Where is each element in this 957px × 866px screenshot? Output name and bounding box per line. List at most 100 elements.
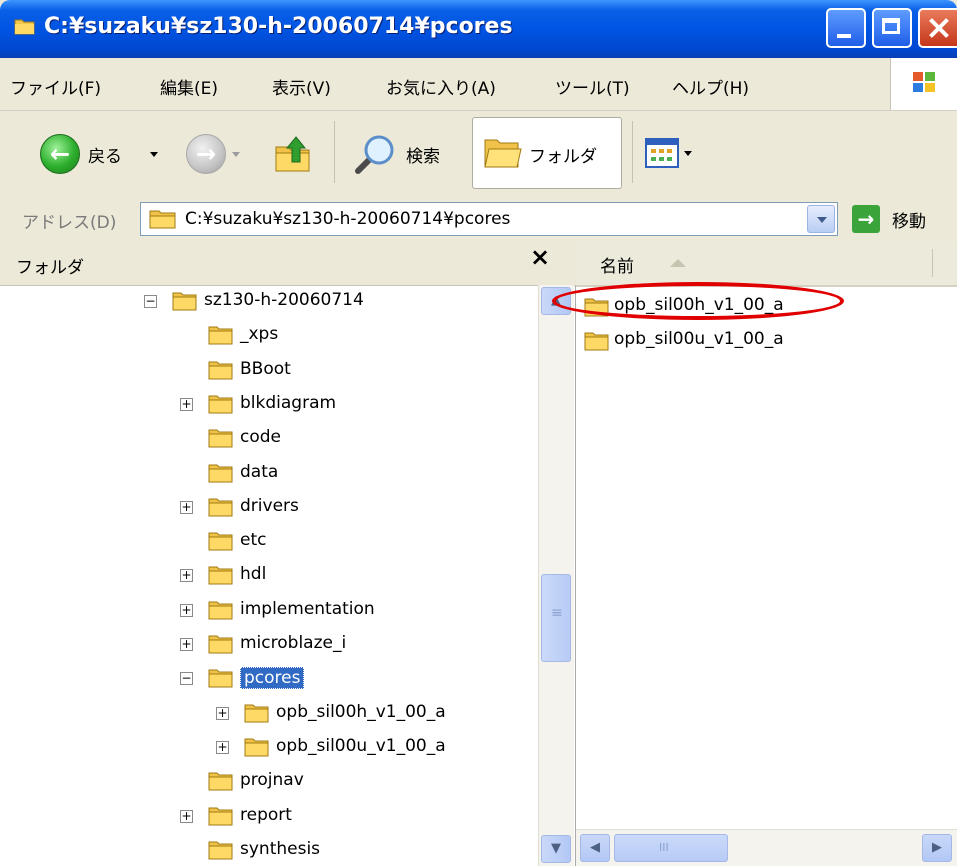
folder-icon	[208, 428, 234, 448]
tree-node-label: hdl	[240, 564, 267, 585]
folder-icon	[149, 210, 176, 229]
back-dropdown-icon[interactable]	[150, 152, 158, 157]
menu-help[interactable]: ヘルプ(H)	[672, 74, 749, 99]
column-divider[interactable]	[932, 249, 933, 277]
forward-dropdown-icon[interactable]	[232, 152, 240, 157]
expand-icon[interactable]: +	[216, 706, 229, 720]
vertical-scrollbar[interactable]: ▲ ≡ ▼	[538, 285, 574, 866]
tree-node[interactable]: + opb_sil00u_v1_00_a	[0, 733, 538, 763]
back-button[interactable]: ←	[40, 134, 80, 174]
folder-icon	[172, 291, 198, 311]
expand-icon[interactable]: +	[180, 638, 193, 651]
expand-icon[interactable]: +	[180, 809, 193, 823]
chevron-down-icon	[817, 217, 827, 223]
folders-pane: フォルダ × − sz130-h-20060714 _xps BBoot + blkdia…	[0, 241, 576, 866]
collapse-icon[interactable]: −	[180, 672, 193, 686]
horizontal-scrollbar[interactable]: ◀ III ▶	[576, 829, 957, 866]
tree-node[interactable]: + blkdiagram	[0, 390, 538, 420]
folder-icon	[208, 634, 234, 654]
tree-node[interactable]: etc	[0, 527, 538, 557]
search-icon[interactable]	[352, 131, 398, 177]
expand-icon[interactable]: +	[216, 740, 229, 754]
folder-icon	[208, 360, 234, 380]
tree-node-label: report	[240, 804, 292, 825]
tree-node[interactable]: + drivers	[0, 493, 538, 523]
folder-icon	[244, 737, 270, 757]
folder-icon	[208, 463, 234, 483]
scroll-thumb[interactable]: ≡	[541, 574, 571, 662]
window-title: C:¥suzaku¥sz130-h-20060714¥pcores	[44, 14, 513, 39]
sort-ascending-icon	[670, 259, 686, 267]
views-dropdown-icon[interactable]	[684, 151, 692, 156]
go-label[interactable]: 移動	[892, 207, 926, 232]
address-field[interactable]: C:¥suzaku¥sz130-h-20060714¥pcores	[140, 202, 838, 236]
tree-node-label: code	[240, 427, 281, 448]
folder-icon	[208, 806, 234, 826]
tree-node-label: opb_sil00h_v1_00_a	[276, 701, 446, 722]
grip-icon: ≡	[551, 605, 563, 621]
collapse-icon[interactable]: −	[144, 295, 157, 308]
close-button[interactable]	[918, 8, 957, 48]
minimize-button[interactable]	[826, 8, 866, 48]
explorer-window: C:¥suzaku¥sz130-h-20060714¥pcores ファイル(F…	[0, 0, 957, 866]
expand-icon[interactable]: +	[180, 397, 193, 411]
tree-node-label: sz130-h-20060714	[204, 290, 364, 310]
tree-node-label: drivers	[240, 495, 299, 516]
folder-icon	[208, 668, 234, 688]
expand-icon[interactable]: +	[180, 500, 193, 514]
tree-node[interactable]: code	[0, 424, 538, 454]
tree-node[interactable]: + implementation	[0, 596, 538, 626]
forward-button[interactable]: →	[186, 134, 226, 174]
tree-node[interactable]: + microblaze_i	[0, 630, 538, 660]
tree-node[interactable]: + hdl	[0, 561, 538, 591]
scroll-down-button[interactable]: ▼	[541, 835, 571, 863]
tree-node[interactable]: projnav	[0, 767, 538, 797]
horizontal-scroll-thumb[interactable]: III	[614, 834, 728, 862]
tree-node-label: BBoot	[240, 358, 291, 379]
tree-node[interactable]: + opb_sil00h_v1_00_a	[0, 699, 538, 729]
maximize-button[interactable]	[872, 8, 912, 48]
folder-icon	[244, 703, 270, 723]
address-value: C:¥suzaku¥sz130-h-20060714¥pcores	[185, 209, 511, 229]
close-pane-button[interactable]: ×	[530, 243, 550, 271]
right-arrow-icon: →	[195, 140, 217, 168]
menu-edit[interactable]: 編集(E)	[160, 74, 218, 99]
folder-icon	[584, 331, 610, 351]
folder-icon	[208, 531, 234, 551]
folder-icon	[208, 325, 234, 345]
tree-node[interactable]: BBoot	[0, 356, 538, 386]
tree-node-label: implementation	[240, 598, 375, 619]
expand-icon[interactable]: +	[180, 603, 193, 617]
list-item[interactable]: opb_sil00u_v1_00_a	[584, 325, 884, 355]
toolbar-separator	[334, 121, 335, 183]
folder-icon	[14, 19, 35, 35]
tree-node[interactable]: data	[0, 459, 538, 489]
folders-button[interactable]: フォルダ	[472, 117, 622, 189]
menu-favorites[interactable]: お気に入り(A)	[386, 74, 496, 99]
folder-open-icon	[484, 139, 522, 168]
tree-node[interactable]: synthesis	[0, 836, 538, 866]
menu-view[interactable]: 表示(V)	[272, 74, 331, 99]
grip-icon: III	[659, 841, 669, 854]
title-bar[interactable]: C:¥suzaku¥sz130-h-20060714¥pcores	[0, 0, 957, 58]
tree-node-label: synthesis	[240, 838, 321, 859]
tree-node[interactable]: _xps	[0, 321, 538, 351]
tree-node[interactable]: + report	[0, 802, 538, 832]
up-folder-icon[interactable]	[272, 133, 314, 175]
tree-node-label: _xps	[240, 324, 279, 345]
menu-tools[interactable]: ツール(T)	[555, 74, 630, 99]
left-arrow-icon: ←	[49, 140, 71, 168]
expand-icon[interactable]: +	[180, 569, 193, 583]
scroll-left-button[interactable]: ◀	[580, 834, 610, 862]
tree-node-label: data	[240, 461, 279, 482]
name-column-label[interactable]: 名前	[600, 252, 634, 277]
address-dropdown-button[interactable]	[807, 205, 835, 233]
go-button[interactable]: →	[852, 205, 880, 233]
tree-node[interactable]: − pcores	[0, 664, 538, 694]
folders-pane-header: フォルダ ×	[0, 241, 576, 286]
views-icon[interactable]	[644, 137, 680, 169]
menu-file[interactable]: ファイル(F)	[10, 74, 101, 99]
column-header[interactable]: 名前	[576, 241, 957, 287]
scroll-right-button[interactable]: ▶	[922, 834, 952, 862]
tree-node[interactable]: − sz130-h-20060714	[0, 287, 538, 317]
